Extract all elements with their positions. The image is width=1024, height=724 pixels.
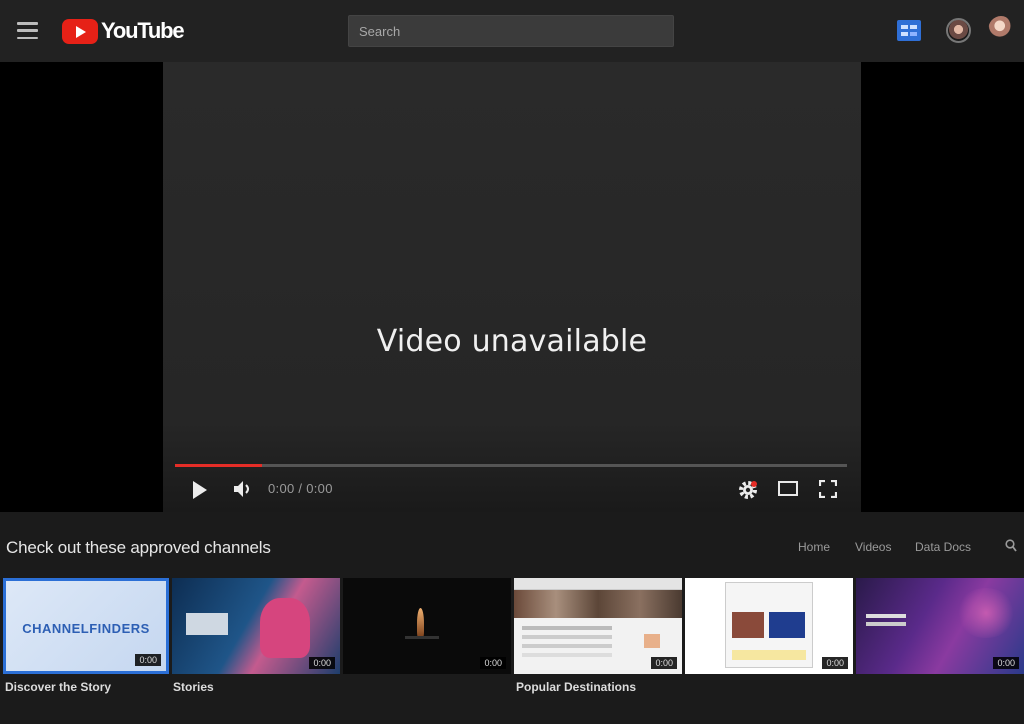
avatar[interactable] xyxy=(988,16,1014,44)
shelf-title: Check out these approved channels xyxy=(6,538,271,557)
menu-icon[interactable] xyxy=(17,22,38,39)
search-input[interactable] xyxy=(348,15,674,47)
progress-bar[interactable] xyxy=(175,464,847,467)
thumbnail-text: CHANNELFINDERS xyxy=(22,621,150,636)
video-title[interactable]: Stories xyxy=(173,680,338,694)
channel-shelf: Check out these approved channels Home V… xyxy=(0,512,1024,724)
top-header: YouTube xyxy=(0,0,1024,62)
theater-mode-icon[interactable] xyxy=(778,481,798,496)
progress-fill xyxy=(175,464,263,467)
video-thumbnail[interactable]: 0:00 xyxy=(172,578,340,674)
video-title[interactable]: Popular Destinations xyxy=(516,680,681,694)
apps-icon[interactable] xyxy=(897,20,921,41)
youtube-logo[interactable]: YouTube xyxy=(62,18,185,44)
avatar[interactable] xyxy=(946,18,971,43)
video-duration: 0:00 xyxy=(480,657,506,669)
search-icon[interactable] xyxy=(1005,539,1017,553)
video-thumbnail[interactable]: CHANNELFINDERS 0:00 xyxy=(3,578,169,674)
video-thumbnail[interactable]: 0:00 xyxy=(856,578,1024,674)
volume-icon[interactable] xyxy=(232,479,254,499)
gear-icon[interactable] xyxy=(737,479,759,501)
video-duration: 0:00 xyxy=(993,657,1019,669)
shelf-nav-data-docs[interactable]: Data Docs xyxy=(915,540,971,554)
video-duration: 0:00 xyxy=(822,657,848,669)
fullscreen-icon[interactable] xyxy=(819,480,837,498)
video-duration: 0:00 xyxy=(309,657,335,669)
video-duration: 0:00 xyxy=(135,654,161,666)
video-player[interactable]: Video unavailable xyxy=(163,62,861,512)
video-thumbnail[interactable]: 0:00 xyxy=(514,578,682,674)
play-icon[interactable] xyxy=(193,481,207,499)
time-display: 0:00 / 0:00 xyxy=(268,481,333,496)
youtube-logo-icon xyxy=(62,18,98,44)
player-controls: 0:00 / 0:00 xyxy=(163,470,861,510)
video-unavailable-message: Video unavailable xyxy=(376,324,648,359)
video-thumbnail[interactable]: 0:00 xyxy=(343,578,511,674)
video-duration: 0:00 xyxy=(651,657,677,669)
video-thumbnail[interactable]: 0:00 xyxy=(685,578,853,674)
logo-text: YouTube xyxy=(101,18,185,43)
video-title[interactable]: Discover the Story xyxy=(5,680,165,694)
shelf-nav-home[interactable]: Home xyxy=(798,540,830,554)
shelf-nav-videos[interactable]: Videos xyxy=(855,540,891,554)
